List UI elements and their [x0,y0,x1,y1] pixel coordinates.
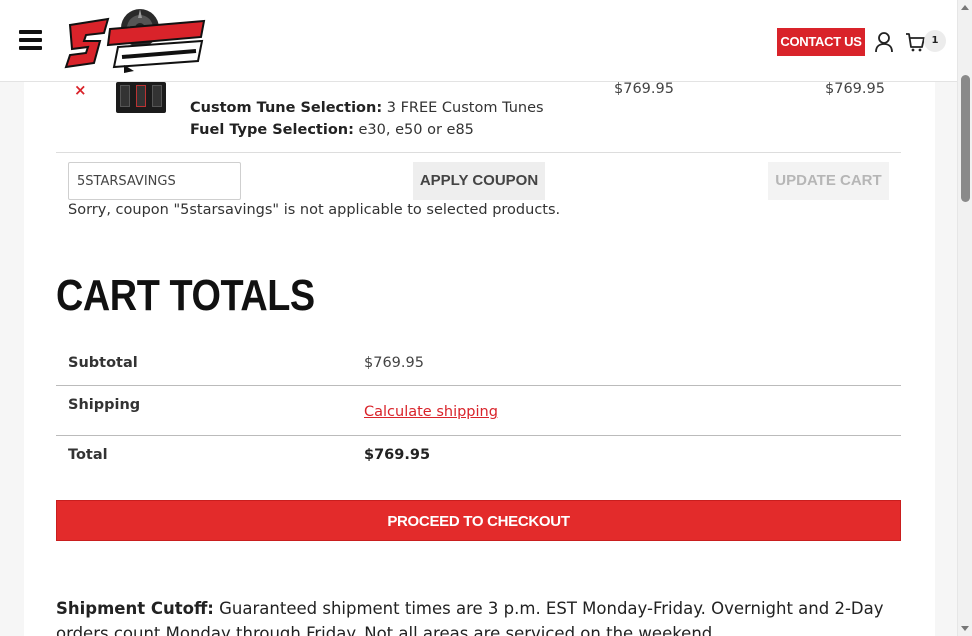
user-icon[interactable] [874,31,894,53]
apply-coupon-button[interactable]: APPLY COUPON [413,162,545,200]
fuel-selection: Fuel Type Selection: e30, e50 or e85 [190,122,474,138]
cart-count-badge[interactable]: 1 [924,30,946,52]
totals-divider [56,435,901,436]
contact-us-button[interactable]: CONTACT US [777,28,865,56]
row-divider [56,152,901,153]
logo[interactable] [64,5,210,79]
item-price: $769.95 [614,81,674,97]
scrollbar-thumb[interactable] [961,75,970,202]
shipment-cutoff-label: Shipment Cutoff: [56,599,214,618]
scroll-up-arrow-icon[interactable] [961,5,969,10]
shipping-label: Shipping [68,397,141,413]
fuel-selection-value: e30, e50 or e85 [358,122,474,138]
totals-divider [56,385,901,386]
coupon-code-input[interactable]: 5STARSAVINGS [68,162,241,200]
vertical-scrollbar[interactable] [957,0,972,636]
scroll-down-arrow-icon[interactable] [961,626,969,631]
site-header: CONTACT US 1 [0,0,957,82]
calculate-shipping-link[interactable]: Calculate shipping [364,404,498,420]
cart-totals-heading: CART TOTALS [56,271,315,320]
product-thumbnail[interactable] [116,82,166,113]
coupon-error-message: Sorry, coupon "5starsavings" is not appl… [68,202,561,218]
hamburger-menu-icon[interactable] [19,30,42,51]
subtotal-value: $769.95 [364,355,424,371]
item-subtotal: $769.95 [825,81,885,97]
fuel-selection-label: Fuel Type Selection: [190,122,354,138]
tune-selection-label: Custom Tune Selection: [190,100,383,116]
total-value: $769.95 [364,447,431,463]
subtotal-label: Subtotal [68,355,138,371]
remove-item-button[interactable]: × [74,82,87,98]
total-label: Total [68,447,108,463]
shipment-cutoff-notice: Shipment Cutoff: Guaranteed shipment tim… [56,596,906,636]
shopping-cart-icon[interactable] [904,31,926,53]
tune-selection: Custom Tune Selection: 3 FREE Custom Tun… [190,100,544,116]
update-cart-button: UPDATE CART [768,162,889,200]
tune-selection-value: 3 FREE Custom Tunes [386,100,544,116]
proceed-to-checkout-button[interactable]: PROCEED TO CHECKOUT [56,500,901,541]
